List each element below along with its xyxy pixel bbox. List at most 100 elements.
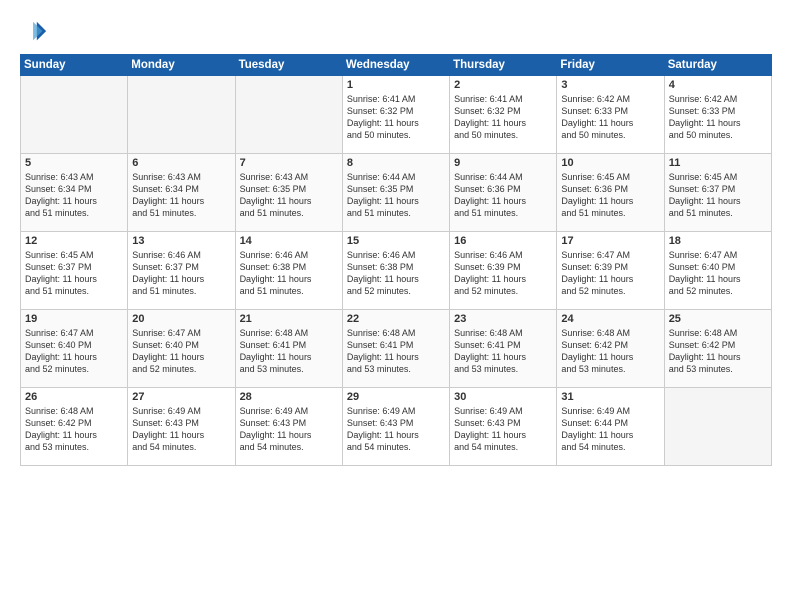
day-number: 29 [347,391,445,403]
day-number: 14 [240,235,338,247]
day-info: Sunrise: 6:49 AM Sunset: 6:43 PM Dayligh… [347,405,445,454]
calendar-cell: 22Sunrise: 6:48 AM Sunset: 6:41 PM Dayli… [342,310,449,388]
calendar-cell: 30 Sunrise: 6:49 AM Sunset: 6:43 PM Dayli… [450,388,557,466]
weekday-header: Friday [557,55,664,76]
header [20,18,772,46]
page: SundayMondayTuesdayWednesdayThursdayFrid… [0,0,792,612]
day-info: Sunrise: 6:47 AM Sunset: 6:40 PM Dayligh… [132,327,230,376]
day-number: 16 [454,235,552,247]
day-info: Sunrise: 6:43 AM Sunset: 6:34 PM Dayligh… [132,171,230,220]
weekday-header: Thursday [450,55,557,76]
weekday-header-row: SundayMondayTuesdayWednesdayThursdayFrid… [21,55,772,76]
calendar-cell: 27 Sunrise: 6:49 AM Sunset: 6:43 PM Dayli… [128,388,235,466]
calendar-cell [664,388,771,466]
day-number: 19 [25,313,123,325]
day-number: 30 [454,391,552,403]
day-info: Sunrise: 6:46 AM Sunset: 6:38 PM Dayligh… [347,249,445,298]
calendar-cell [235,76,342,154]
weekday-header: Monday [128,55,235,76]
day-number: 25 [669,313,767,325]
calendar-week-row: 26 Sunrise: 6:48 AM Sunset: 6:42 PM Dayli… [21,388,772,466]
day-info: Sunrise: 6:45 AM Sunset: 6:36 PM Dayligh… [561,171,659,220]
calendar-cell: 19 Sunrise: 6:47 AM Sunset: 6:40 PM Dayli… [21,310,128,388]
day-number: 31 [561,391,659,403]
day-info: Sunrise: 6:41 AM Sunset: 6:32 PM Dayligh… [347,93,445,142]
logo [20,18,52,46]
calendar-cell: 11Sunrise: 6:45 AM Sunset: 6:37 PM Dayli… [664,154,771,232]
day-info: Sunrise: 6:44 AM Sunset: 6:36 PM Dayligh… [454,171,552,220]
calendar-cell: 9Sunrise: 6:44 AM Sunset: 6:36 PM Daylig… [450,154,557,232]
day-number: 26 [25,391,123,403]
day-info: Sunrise: 6:49 AM Sunset: 6:44 PM Dayligh… [561,405,659,454]
calendar-cell: 29 Sunrise: 6:49 AM Sunset: 6:43 PM Dayli… [342,388,449,466]
calendar-cell: 2Sunrise: 6:41 AM Sunset: 6:32 PM Daylig… [450,76,557,154]
logo-icon [20,18,48,46]
day-info: Sunrise: 6:48 AM Sunset: 6:41 PM Dayligh… [347,327,445,376]
calendar-cell: 26 Sunrise: 6:48 AM Sunset: 6:42 PM Dayli… [21,388,128,466]
day-number: 12 [25,235,123,247]
calendar-cell: 7 Sunrise: 6:43 AM Sunset: 6:35 PM Daylig… [235,154,342,232]
day-info: Sunrise: 6:45 AM Sunset: 6:37 PM Dayligh… [25,249,123,298]
day-number: 20 [132,313,230,325]
calendar-cell: 16 Sunrise: 6:46 AM Sunset: 6:39 PM Dayli… [450,232,557,310]
day-number: 4 [669,79,767,91]
day-info: Sunrise: 6:48 AM Sunset: 6:42 PM Dayligh… [25,405,123,454]
weekday-header: Sunday [21,55,128,76]
day-info: Sunrise: 6:47 AM Sunset: 6:40 PM Dayligh… [669,249,767,298]
day-info: Sunrise: 6:43 AM Sunset: 6:35 PM Dayligh… [240,171,338,220]
day-number: 18 [669,235,767,247]
calendar-cell: 25 Sunrise: 6:48 AM Sunset: 6:42 PM Dayli… [664,310,771,388]
calendar-cell: 4Sunrise: 6:42 AM Sunset: 6:33 PM Daylig… [664,76,771,154]
day-number: 7 [240,157,338,169]
day-number: 23 [454,313,552,325]
day-info: Sunrise: 6:48 AM Sunset: 6:42 PM Dayligh… [669,327,767,376]
calendar-cell: 6Sunrise: 6:43 AM Sunset: 6:34 PM Daylig… [128,154,235,232]
day-number: 10 [561,157,659,169]
day-number: 24 [561,313,659,325]
day-info: Sunrise: 6:46 AM Sunset: 6:39 PM Dayligh… [454,249,552,298]
weekday-header: Saturday [664,55,771,76]
calendar-cell: 10 Sunrise: 6:45 AM Sunset: 6:36 PM Dayli… [557,154,664,232]
day-info: Sunrise: 6:43 AM Sunset: 6:34 PM Dayligh… [25,171,123,220]
day-info: Sunrise: 6:41 AM Sunset: 6:32 PM Dayligh… [454,93,552,142]
calendar-cell [128,76,235,154]
calendar-cell: 24 Sunrise: 6:48 AM Sunset: 6:42 PM Dayli… [557,310,664,388]
calendar: SundayMondayTuesdayWednesdayThursdayFrid… [20,54,772,466]
calendar-cell: 8 Sunrise: 6:44 AM Sunset: 6:35 PM Daylig… [342,154,449,232]
day-number: 28 [240,391,338,403]
weekday-header: Wednesday [342,55,449,76]
calendar-week-row: 5 Sunrise: 6:43 AM Sunset: 6:34 PM Daylig… [21,154,772,232]
day-number: 1 [347,79,445,91]
day-info: Sunrise: 6:46 AM Sunset: 6:38 PM Dayligh… [240,249,338,298]
calendar-cell: 13Sunrise: 6:46 AM Sunset: 6:37 PM Dayli… [128,232,235,310]
day-number: 27 [132,391,230,403]
day-info: Sunrise: 6:49 AM Sunset: 6:43 PM Dayligh… [132,405,230,454]
day-info: Sunrise: 6:49 AM Sunset: 6:43 PM Dayligh… [454,405,552,454]
day-number: 15 [347,235,445,247]
calendar-cell: 21 Sunrise: 6:48 AM Sunset: 6:41 PM Dayli… [235,310,342,388]
day-info: Sunrise: 6:48 AM Sunset: 6:42 PM Dayligh… [561,327,659,376]
day-info: Sunrise: 6:46 AM Sunset: 6:37 PM Dayligh… [132,249,230,298]
calendar-cell: 20 Sunrise: 6:47 AM Sunset: 6:40 PM Dayli… [128,310,235,388]
day-info: Sunrise: 6:48 AM Sunset: 6:41 PM Dayligh… [454,327,552,376]
calendar-cell: 12 Sunrise: 6:45 AM Sunset: 6:37 PM Dayli… [21,232,128,310]
day-info: Sunrise: 6:49 AM Sunset: 6:43 PM Dayligh… [240,405,338,454]
day-number: 5 [25,157,123,169]
calendar-week-row: 1 Sunrise: 6:41 AM Sunset: 6:32 PM Daylig… [21,76,772,154]
day-info: Sunrise: 6:47 AM Sunset: 6:40 PM Dayligh… [25,327,123,376]
calendar-cell: 15 Sunrise: 6:46 AM Sunset: 6:38 PM Dayli… [342,232,449,310]
day-number: 21 [240,313,338,325]
day-info: Sunrise: 6:48 AM Sunset: 6:41 PM Dayligh… [240,327,338,376]
day-info: Sunrise: 6:44 AM Sunset: 6:35 PM Dayligh… [347,171,445,220]
calendar-cell [21,76,128,154]
calendar-cell: 28 Sunrise: 6:49 AM Sunset: 6:43 PM Dayli… [235,388,342,466]
day-number: 11 [669,157,767,169]
calendar-cell: 1 Sunrise: 6:41 AM Sunset: 6:32 PM Daylig… [342,76,449,154]
calendar-cell: 14 Sunrise: 6:46 AM Sunset: 6:38 PM Dayli… [235,232,342,310]
day-number: 17 [561,235,659,247]
calendar-cell: 3Sunrise: 6:42 AM Sunset: 6:33 PM Daylig… [557,76,664,154]
day-number: 3 [561,79,659,91]
calendar-cell: 5 Sunrise: 6:43 AM Sunset: 6:34 PM Daylig… [21,154,128,232]
calendar-week-row: 19 Sunrise: 6:47 AM Sunset: 6:40 PM Dayli… [21,310,772,388]
day-number: 8 [347,157,445,169]
